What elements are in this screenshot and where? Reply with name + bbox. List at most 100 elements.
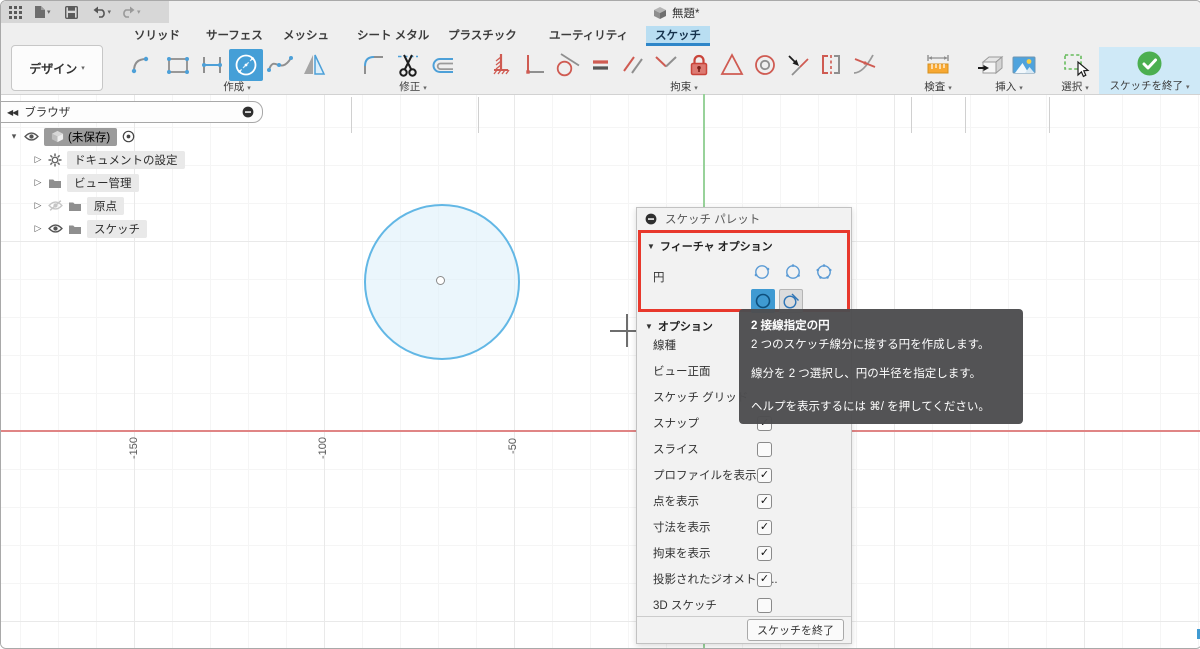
gear-icon [48,153,62,166]
toolbar-separator [965,97,966,133]
document-title: 無題* [653,5,699,21]
trim-tool-icon[interactable] [391,49,425,81]
document-cube-icon [654,7,666,19]
item-label: スケッチ [94,223,140,236]
visibility-eye-icon[interactable] [24,131,39,142]
finish-sketch-footer-button[interactable]: スケッチを終了 [747,619,844,641]
tab-sketch-active[interactable]: スケッチ [646,26,710,46]
modify-dropdown[interactable]: 修正 ▾ [357,79,469,94]
tab-utilities[interactable]: ユーティリティ [549,26,628,46]
browser-item-sketches[interactable]: ▷ スケッチ [1,219,263,238]
midpoint-constraint-icon[interactable] [781,49,814,81]
collapse-panel-icon[interactable]: ◀◀ [7,108,18,117]
measure-tool-icon[interactable] [921,49,955,81]
tab-solid[interactable]: ソリッド [134,26,180,46]
equal-constraint-icon[interactable] [583,49,616,81]
create-dropdown[interactable]: 作成 ▾ [127,79,347,94]
show-constraints-checkbox[interactable]: ✓ [757,545,772,561]
browser-root-row[interactable]: ▾ (未保存) [1,127,263,146]
undo-icon[interactable]: ▾ [92,6,111,18]
mirror-tool-icon[interactable] [297,49,331,81]
perpendicular-constraint-icon[interactable] [517,49,550,81]
constrain-dropdown[interactable]: 拘束 ▾ [484,79,884,94]
sketch-palette-title: スケッチ パレット [665,214,761,226]
show-profile-checkbox[interactable]: ✓ [757,467,772,483]
fix-constraint-icon[interactable] [484,49,517,81]
circle-type-2point-icon[interactable] [753,263,771,281]
projected-geometry-checkbox[interactable]: ✓ [757,571,772,587]
circle-type-3tangent-icon[interactable] [815,263,833,281]
visibility-eye-off-icon[interactable] [48,200,63,211]
redo-icon[interactable]: ▾ [121,6,141,18]
option-row-slice[interactable]: スライス [637,436,851,462]
show-dimensions-checkbox[interactable]: ✓ [757,519,772,535]
sketch-circle-center-point[interactable] [436,276,445,285]
tree-collapsed-icon[interactable]: ▷ [33,177,43,188]
visibility-eye-icon[interactable] [48,223,63,234]
tree-collapsed-icon[interactable]: ▷ [33,154,43,165]
fusion-app-window: -150 -100 -50 ▾ ▾ ▾ 無題* ソリッド サーフェス メッシュ … [0,0,1200,649]
collapse-circle-minus-icon[interactable] [242,106,254,118]
x-axis-line [1,430,1200,432]
workspace-tab-row: ソリッド サーフェス メッシュ シート メタル プラスチック ユーティリティ ス… [1,23,1200,47]
design-workspace-button[interactable]: デザイン ▾ [11,45,103,91]
select-dropdown[interactable]: 選択 ▾ [1053,79,1097,94]
component-cube-icon [51,130,64,143]
file-menu-icon[interactable]: ▾ [34,5,51,19]
tab-sheet-metal[interactable]: シート メタル [357,26,429,46]
line-tool-icon[interactable] [195,49,229,81]
offset-tool-icon[interactable] [425,49,459,81]
option-row-show-points[interactable]: 点を表示 ✓ [637,488,851,514]
item-label: ドキュメントの設定 [74,154,178,167]
show-points-checkbox[interactable]: ✓ [757,493,772,509]
caret-down-icon: ▾ [137,8,141,16]
circle-tool-icon-selected[interactable] [229,49,263,81]
option-row-show-dimensions[interactable]: 寸法を表示 ✓ [637,514,851,540]
tangent-constraint-icon[interactable] [550,49,583,81]
select-tool-icon[interactable] [1058,49,1092,81]
inspect-dropdown[interactable]: 検査 ▾ [916,79,960,94]
slice-checkbox[interactable] [757,441,772,457]
feature-options-section-header[interactable]: ▼ フィーチャ オプション [647,238,847,254]
3d-sketch-checkbox[interactable] [757,597,772,613]
concentric-constraint-icon[interactable] [748,49,781,81]
section-caret-icon: ▼ [647,241,655,251]
insert-canvas-image-icon[interactable] [1007,49,1041,81]
tree-collapsed-icon[interactable]: ▷ [33,200,43,211]
design-button-label: デザイン [29,61,78,76]
finish-sketch-button[interactable]: スケッチを終了 ▾ [1099,47,1200,94]
tab-surface[interactable]: サーフェス [206,26,263,46]
tree-expand-icon[interactable]: ▾ [9,131,19,142]
option-row-projected-geometry[interactable]: 投影されたジオメトリ... ✓ [637,566,851,592]
rectangle-tool-icon[interactable] [161,49,195,81]
browser-item-view-management[interactable]: ▷ ビュー管理 [1,173,263,192]
tab-plastic[interactable]: プラスチック [448,26,517,46]
insert-dropdown[interactable]: 挿入 ▾ [973,79,1045,94]
option-row-show-profile[interactable]: プロファイルを表示 ✓ [637,462,851,488]
collapse-circle-minus-icon[interactable] [645,213,657,225]
lock-constraint-icon[interactable] [682,49,715,81]
polygon-constraint-icon[interactable] [715,49,748,81]
circle-type-3point-icon[interactable] [784,263,802,281]
symmetry-constraint-icon[interactable] [814,49,847,81]
axis-tick-label: -150 [128,436,140,460]
fillet-tool-icon[interactable] [357,49,391,81]
option-row-3d-sketch[interactable]: 3D スケッチ [637,592,851,618]
collinear-constraint-icon[interactable] [649,49,682,81]
tree-collapsed-icon[interactable]: ▷ [33,223,43,234]
app-grid-icon[interactable] [9,5,22,19]
curvature-constraint-icon[interactable] [847,49,880,81]
spline-tool-icon[interactable] [263,49,297,81]
activate-radio-icon[interactable] [122,130,135,143]
tab-mesh[interactable]: メッシュ [283,26,329,46]
arc-tool-icon[interactable] [127,49,161,81]
browser-item-document-settings[interactable]: ▷ ドキュメントの設定 [1,150,263,169]
browser-panel: ◀◀ ブラウザ ▾ (未保存) ▷ ドキュメントの設定 ▷ ビュー管理 ▷ 原点… [1,101,263,238]
option-row-show-constraints[interactable]: 拘束を表示 ✓ [637,540,851,566]
save-icon[interactable] [64,5,78,19]
create-group: 作成 ▾ [127,49,347,93]
browser-item-origin[interactable]: ▷ 原点 [1,196,263,215]
parallel-constraint-icon[interactable] [616,49,649,81]
root-document-node[interactable]: (未保存) [44,127,118,146]
insert-derive-icon[interactable] [973,49,1007,81]
